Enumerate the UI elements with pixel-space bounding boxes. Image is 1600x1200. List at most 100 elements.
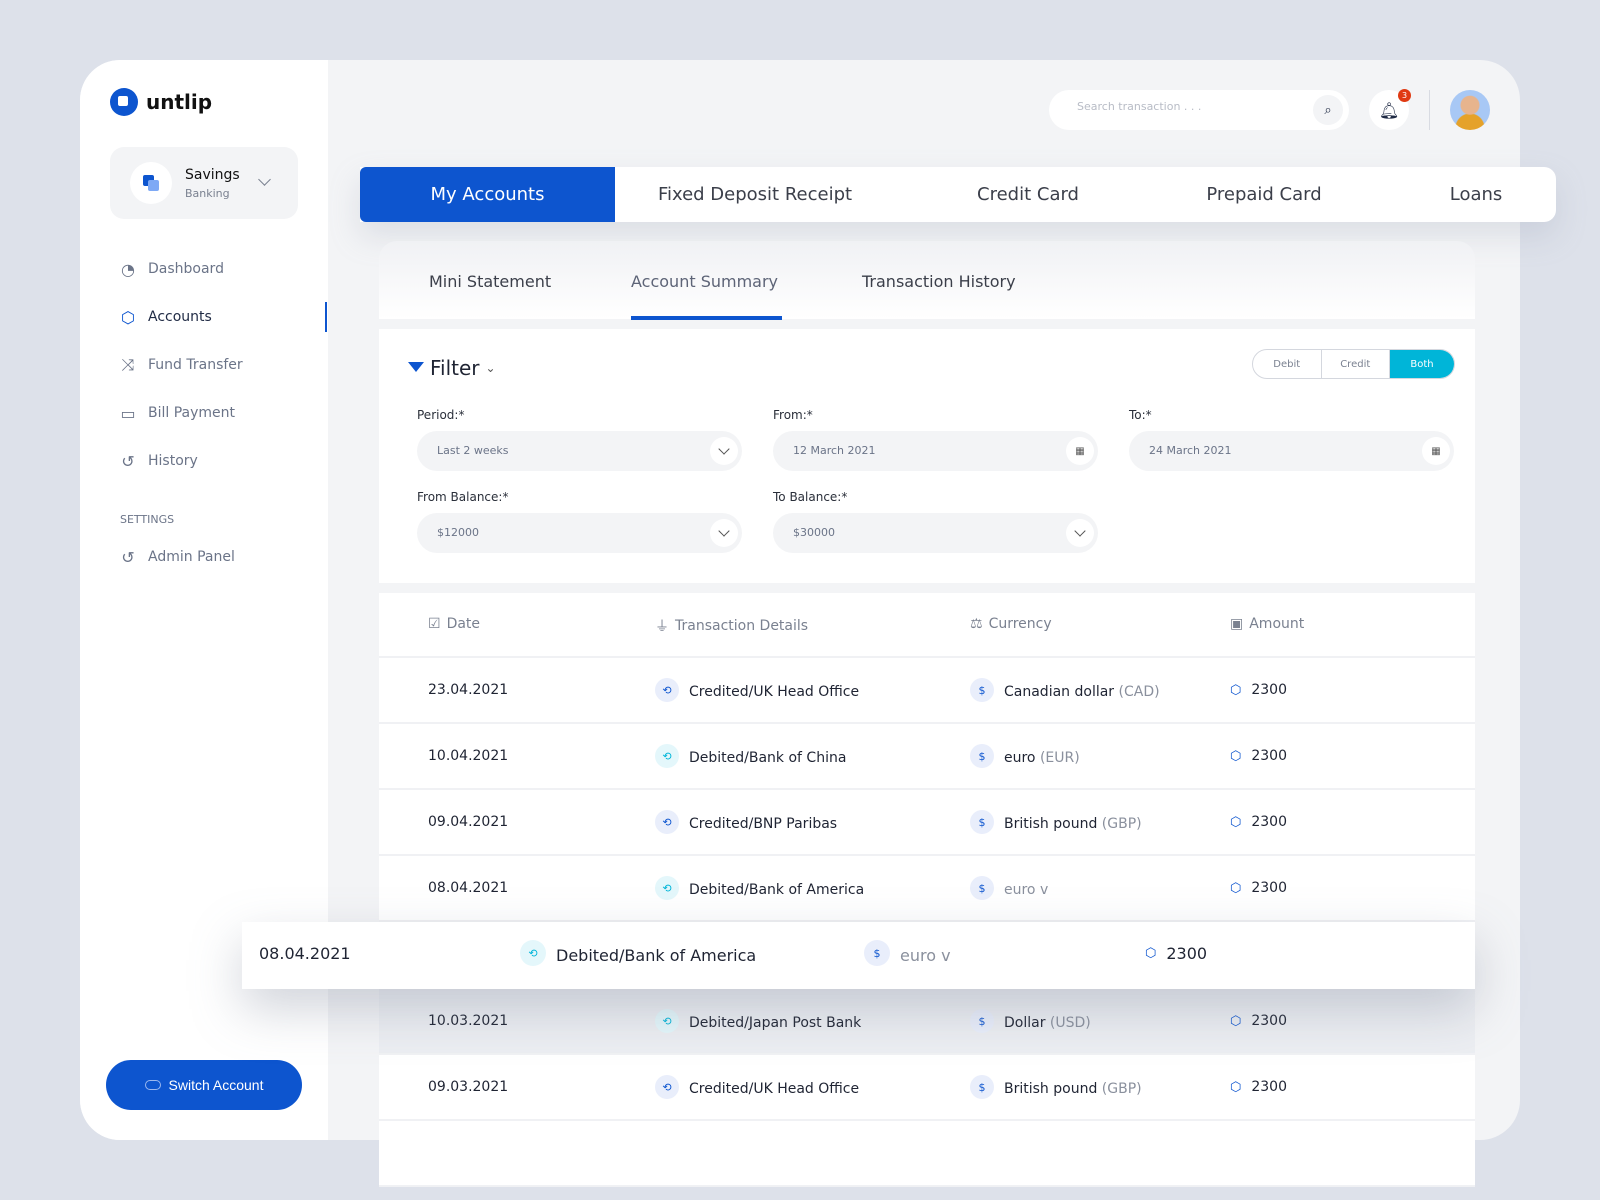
dollar-icon: $	[970, 876, 994, 900]
chevron-down-icon	[710, 437, 738, 465]
logo[interactable]: untlip	[110, 88, 212, 116]
nav-label: History	[148, 453, 198, 469]
gauge-icon: ◔	[121, 259, 135, 279]
table-row[interactable]: 09.03.2021 ⟲ Credited/UK Head Office $ Bri…	[379, 1055, 1475, 1121]
tab-loans[interactable]: Loans	[1450, 167, 1503, 222]
table-row[interactable]: 09.04.2021 ⟲ Credited/BNP Paribas $ Britis…	[379, 790, 1475, 856]
switch-account-button[interactable]: Switch Account	[106, 1060, 302, 1110]
history-icon: ↺	[121, 547, 135, 567]
column-currency: ⚖ Currency	[970, 616, 1052, 632]
tab-my-accounts[interactable]: My Accounts	[360, 167, 615, 222]
dollar-icon: $	[970, 678, 994, 702]
transaction-type-toggle: Debit Credit Both	[1252, 349, 1455, 379]
details-cell: ⟲ Credited/UK Head Office	[655, 1075, 859, 1099]
debit-option[interactable]: Debit	[1253, 350, 1322, 378]
search-bar: ⌕	[1049, 90, 1349, 130]
receipt-icon: ⏚	[655, 619, 669, 635]
settings-heading: SETTINGS	[120, 513, 175, 526]
amount-cell: ⬡ 2300	[1230, 682, 1287, 698]
sidebar-item-admin-panel[interactable]: ↺ Admin Panel	[118, 547, 235, 567]
filter-panel: Filter ⌄ Debit Credit Both Period:* Last …	[379, 329, 1475, 583]
sidebar-item-accounts[interactable]: ⬡ Accounts	[118, 307, 212, 327]
tab-credit-card[interactable]: Credit Card	[977, 167, 1079, 222]
notification-badge: 3	[1398, 89, 1411, 102]
subtab-mini-statement[interactable]: Mini Statement	[429, 272, 551, 291]
debit-icon: ⟲	[520, 940, 546, 966]
toggle-icon	[144, 1080, 161, 1090]
history-icon: ↺	[121, 451, 135, 471]
date-cell: 09.04.2021	[428, 814, 509, 830]
filter-icon	[408, 362, 424, 372]
search-input[interactable]	[1077, 100, 1297, 113]
sidebar-item-fund-transfer[interactable]: ⤨ Fund Transfer	[118, 355, 243, 375]
currency-cell: $ British pound (GBP)	[970, 1075, 1142, 1099]
brand-name: untlip	[146, 90, 213, 114]
details-cell: ⟲ Credited/BNP Paribas	[655, 810, 837, 834]
account-switcher[interactable]: Savings Banking	[110, 147, 298, 219]
table-row[interactable]: 08.04.2021 ⟲ Debited/Bank of America $ eu…	[379, 856, 1475, 922]
subtab-account-summary[interactable]: Account Summary	[631, 272, 778, 291]
to-date-field[interactable]: 24 March 2021 ▦	[1129, 431, 1454, 471]
nav-label: Admin Panel	[148, 549, 235, 565]
tab-prepaid-card[interactable]: Prepaid Card	[1206, 167, 1321, 222]
credit-option[interactable]: Credit	[1322, 350, 1390, 378]
subtab-transaction-history[interactable]: Transaction History	[862, 272, 1016, 291]
cash-icon: ▣	[1230, 616, 1244, 632]
table-row[interactable]: 10.03.2021 ⟲ Debited/Japan Post Bank $ Dol…	[379, 989, 1475, 1055]
transactions-table: ☑ Date ⏚ Transaction Details ⚖ Currency ▣ Am…	[379, 593, 1475, 1187]
details-cell: ⟲ Debited/Japan Post Bank	[655, 1009, 861, 1033]
date-cell: 08.04.2021	[428, 880, 509, 896]
period-select[interactable]: Last 2 weeks	[417, 431, 742, 471]
table-row	[379, 1121, 1475, 1187]
chevron-down-icon	[258, 173, 271, 186]
savings-icon	[130, 162, 172, 204]
currency-cell: $ euro (EUR)	[970, 744, 1080, 768]
from-date-field[interactable]: 12 March 2021 ▦	[773, 431, 1098, 471]
piggy-bank-icon: ⬡	[1230, 880, 1242, 896]
to-balance-select[interactable]: $30000	[773, 513, 1098, 553]
credit-icon: ⟲	[655, 678, 679, 702]
sidebar-item-bill-payment[interactable]: ▭ Bill Payment	[118, 403, 235, 423]
to-value: 24 March 2021	[1149, 444, 1232, 457]
table-row[interactable]: 10.04.2021 ⟲ Debited/Bank of China $ euro …	[379, 724, 1475, 790]
piggy-bank-icon: ⬡	[1230, 682, 1242, 698]
sidebar-item-dashboard[interactable]: ◔ Dashboard	[118, 259, 224, 279]
details-cell: ⟲ Debited/Bank of China	[655, 744, 846, 768]
filter-toggle[interactable]: Filter ⌄	[408, 356, 496, 380]
calendar-icon[interactable]: ▦	[1066, 437, 1094, 465]
table-row-highlighted[interactable]: 08.04.2021 ⟲ Debited/Bank of America $ eu…	[242, 922, 1475, 989]
table-row[interactable]: 23.04.2021 ⟲ Credited/UK Head Office $ Can…	[379, 658, 1475, 724]
avatar[interactable]	[1450, 90, 1490, 130]
shuffle-icon: ⤨	[121, 355, 135, 374]
currency-cell: $ Canadian dollar (CAD)	[970, 678, 1160, 702]
tab-fixed-deposit-receipt[interactable]: Fixed Deposit Receipt	[658, 167, 852, 222]
both-option[interactable]: Both	[1390, 350, 1454, 378]
from-balance-label: From Balance:*	[417, 490, 509, 504]
from-label: From:*	[773, 408, 813, 422]
search-button[interactable]: ⌕	[1313, 95, 1343, 125]
search-icon: ⌕	[1324, 102, 1332, 118]
from-balance-value: $12000	[437, 526, 479, 539]
calendar-icon[interactable]: ▦	[1422, 437, 1450, 465]
from-balance-select[interactable]: $12000	[417, 513, 742, 553]
amount-cell: ⬡ 2300	[1230, 814, 1287, 830]
bell-icon: 🔔︎	[1378, 100, 1400, 120]
logo-icon	[110, 88, 138, 116]
to-balance-value: $30000	[793, 526, 835, 539]
sidebar-item-history[interactable]: ↺ History	[118, 451, 198, 471]
piggy-bank-icon: ⬡	[1230, 1079, 1242, 1095]
calendar-icon: ☑	[428, 616, 441, 632]
date-cell: 23.04.2021	[428, 682, 509, 698]
active-indicator	[325, 302, 327, 332]
dollar-icon: $	[970, 744, 994, 768]
currency-cell: $ British pound (GBP)	[970, 810, 1142, 834]
dollar-icon: $	[970, 1009, 994, 1033]
active-tab-underline	[631, 316, 782, 320]
debit-icon: ⟲	[655, 744, 679, 768]
nav-label: Dashboard	[148, 261, 224, 277]
currency-cell: $ Dollar (USD)	[970, 1009, 1091, 1033]
piggy-bank-icon: ⬡	[121, 307, 135, 327]
column-amount: ▣ Amount	[1230, 616, 1305, 632]
currency-cell: $ euro v	[970, 876, 1048, 900]
details-cell: ⟲ Credited/UK Head Office	[655, 678, 859, 702]
